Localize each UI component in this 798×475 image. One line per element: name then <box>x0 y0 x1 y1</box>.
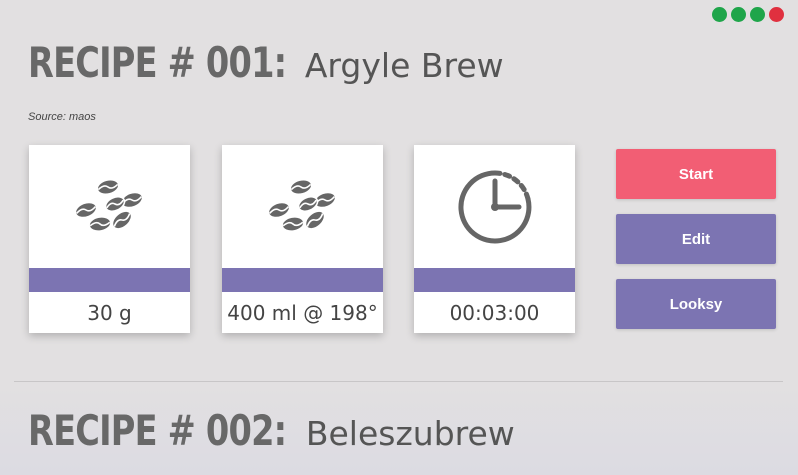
recipe-name: Beleszubrew <box>305 414 515 453</box>
looksy-button[interactable]: Looksy <box>616 279 776 329</box>
recipe-name: Argyle Brew <box>304 46 504 85</box>
time-card: 00:03:00 <box>414 145 575 333</box>
card-accent-bar <box>29 268 190 292</box>
dose-card: 30 g <box>29 145 190 333</box>
recipe-number: RECIPE # 002: <box>28 406 287 455</box>
window-dot-close[interactable] <box>769 7 784 22</box>
window-dot-3[interactable] <box>750 7 765 22</box>
recipe-source: Source: maos <box>28 111 96 123</box>
edit-button[interactable]: Edit <box>616 214 776 264</box>
card-accent-bar <box>222 268 383 292</box>
water-card: 400 ml @ 198° <box>222 145 383 333</box>
window-controls <box>712 7 784 22</box>
recipe-heading: RECIPE # 001: Argyle Brew <box>28 38 504 87</box>
start-button[interactable]: Start <box>616 149 776 199</box>
water-temp-value: 400 ml @ 198° <box>227 300 378 325</box>
window-dot-2[interactable] <box>731 7 746 22</box>
timer-icon <box>414 145 575 268</box>
brew-time-value: 00:03:00 <box>449 300 540 325</box>
card-accent-bar <box>414 268 575 292</box>
recipe-heading: RECIPE # 002: Beleszubrew <box>28 406 515 455</box>
dose-value: 30 g <box>87 300 132 325</box>
recipe-number: RECIPE # 001: <box>28 38 287 87</box>
coffee-beans-icon <box>29 145 190 268</box>
coffee-beans-icon <box>222 145 383 268</box>
recipe-divider <box>14 381 783 382</box>
window-dot-1[interactable] <box>712 7 727 22</box>
